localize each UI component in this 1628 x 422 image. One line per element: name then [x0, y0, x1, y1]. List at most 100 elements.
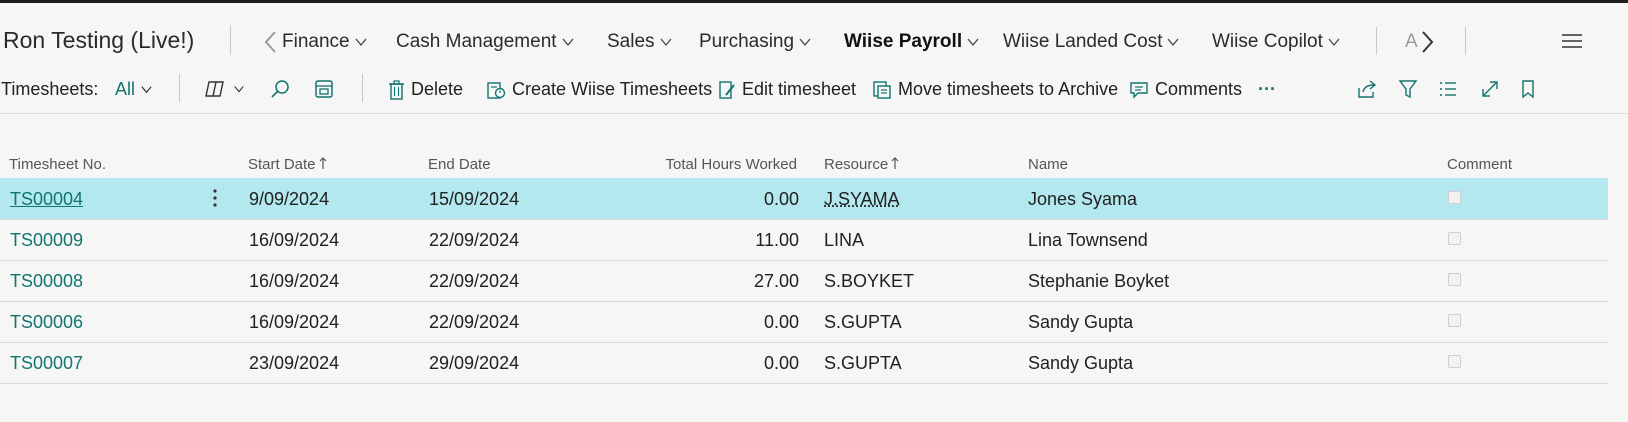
column-header-start-date[interactable]: Start Date [248, 156, 327, 173]
sort-ascending-icon [891, 157, 899, 169]
resource-value: S.GUPTA [824, 353, 902, 373]
more-actions-button[interactable]: ··· [1258, 79, 1276, 100]
company-name[interactable]: Ron Testing (Live!) [3, 27, 194, 54]
nav-item-cash-management[interactable]: Cash Management [396, 31, 575, 53]
comment-icon [1130, 81, 1148, 99]
table-row[interactable]: TS00006 16/09/2024 22/09/2024 0.00 S.GUP… [0, 301, 1608, 343]
chevron-down-icon [562, 38, 574, 47]
employee-name: Lina Townsend [1028, 230, 1148, 250]
employee-name: Stephanie Boyket [1028, 271, 1170, 291]
table-row[interactable]: TS00004 9/09/2024 15/09/2024 0.00 J.SYAM… [0, 178, 1608, 220]
comments-button[interactable]: Comments [1129, 79, 1242, 100]
nav-item-label: Purchasing [699, 31, 795, 52]
action-bar-divider [0, 113, 1628, 114]
chevron-down-icon [967, 38, 979, 47]
nav-item-label: Sales [607, 31, 655, 52]
edit-timesheet-label: Edit timesheet [742, 79, 857, 99]
hamburger-menu-icon[interactable] [1562, 34, 1582, 48]
view-filter-dropdown[interactable]: All [115, 79, 159, 100]
bookmark-icon [1522, 80, 1534, 99]
total-hours: 0.00 [763, 189, 799, 209]
nav-item-label: Wiise Payroll [844, 31, 963, 52]
timesheet-no-link[interactable]: TS00007 [10, 353, 83, 374]
delete-button[interactable]: Delete [388, 79, 463, 100]
create-timesheets-icon [487, 81, 506, 99]
timesheet-no-link[interactable]: TS00009 [10, 230, 83, 251]
resource-value[interactable]: J.SYAMA [824, 189, 900, 210]
employee-name: Sandy Gupta [1028, 353, 1134, 373]
share-icon [1358, 80, 1377, 98]
comment-checkbox[interactable] [1448, 355, 1461, 368]
total-hours: 0.00 [763, 353, 799, 373]
bookmark-button[interactable] [1520, 79, 1542, 99]
nav-scroll-right-icon[interactable] [1418, 29, 1436, 55]
nav-item-truncated[interactable]: A [1405, 31, 1418, 53]
search-icon [271, 80, 289, 98]
column-header-resource[interactable]: Resource [824, 156, 899, 173]
timesheet-no-link[interactable]: TS00004 [10, 189, 83, 210]
chevron-down-icon [355, 38, 367, 47]
comment-checkbox[interactable] [1448, 232, 1461, 245]
comment-checkbox[interactable] [1448, 273, 1461, 286]
start-date: 9/09/2024 [249, 189, 330, 209]
end-date: 22/09/2024 [429, 271, 520, 291]
column-header-comment[interactable]: Comment [1447, 156, 1512, 173]
chevron-down-icon [799, 38, 811, 47]
nav-item-label: Wiise Landed Cost [1003, 31, 1163, 52]
nav-item-sales[interactable]: Sales [607, 31, 673, 53]
list-view-button[interactable] [1438, 79, 1464, 99]
analysis-mode-button[interactable] [314, 79, 340, 99]
chevron-down-icon [1167, 38, 1179, 47]
filter-icon [1398, 80, 1418, 99]
copilot-analyze-button[interactable] [205, 79, 251, 99]
share-button[interactable] [1356, 79, 1384, 99]
column-header-end-date[interactable]: End Date [428, 156, 491, 173]
resource-value: LINA [824, 230, 865, 250]
move-to-archive-label: Move timesheets to Archive [898, 79, 1119, 99]
toolbar-divider [362, 74, 363, 102]
start-date: 16/09/2024 [249, 312, 340, 332]
nav-divider [230, 25, 231, 55]
expand-button[interactable] [1480, 79, 1506, 99]
nav-item-purchasing[interactable]: Purchasing [699, 31, 812, 53]
nav-scroll-left-icon[interactable] [262, 29, 280, 55]
filter-button[interactable] [1398, 79, 1424, 99]
list-icon [1440, 82, 1456, 96]
chevron-down-icon [234, 86, 244, 93]
nav-item-wiise-payroll[interactable]: Wiise Payroll [844, 31, 980, 53]
timesheet-no-link[interactable]: TS00006 [10, 312, 83, 333]
end-date: 22/09/2024 [429, 230, 520, 250]
row-menu-icon[interactable] [212, 188, 218, 208]
table-row[interactable]: TS00008 16/09/2024 22/09/2024 27.00 S.BO… [0, 260, 1608, 302]
column-header-name[interactable]: Name [1028, 156, 1068, 173]
total-hours: 11.00 [755, 230, 799, 250]
create-wiise-timesheets-button[interactable]: Create Wiise Timesheets [486, 79, 712, 100]
archive-icon [873, 80, 891, 99]
navigation-bar: Ron Testing (Live!) Finance Cash Managem… [0, 3, 1628, 77]
toolbar-divider [179, 74, 180, 102]
comment-checkbox[interactable] [1448, 191, 1461, 204]
comment-checkbox[interactable] [1448, 314, 1461, 327]
analysis-grid-icon [315, 80, 333, 98]
employee-name: Jones Syama [1028, 189, 1138, 209]
nav-item-finance[interactable]: Finance [282, 31, 368, 53]
nav-item-wiise-copilot[interactable]: Wiise Copilot [1212, 31, 1341, 53]
create-wiise-timesheets-label: Create Wiise Timesheets [512, 79, 713, 99]
search-button[interactable] [270, 79, 296, 99]
total-hours: 0.00 [763, 312, 799, 332]
edit-timesheet-button[interactable]: Edit timesheet [718, 79, 856, 100]
column-header-timesheet-no[interactable]: Timesheet No. [9, 156, 106, 173]
view-filter-value: All [115, 79, 136, 99]
nav-item-wiise-landed-cost[interactable]: Wiise Landed Cost [1003, 31, 1180, 53]
start-date: 23/09/2024 [249, 353, 340, 373]
table-row[interactable]: TS00009 16/09/2024 22/09/2024 11.00 LINA… [0, 219, 1608, 261]
nav-item-label: Cash Management [396, 31, 557, 52]
end-date: 29/09/2024 [429, 353, 520, 373]
comments-label: Comments [1155, 79, 1243, 99]
nav-item-label: A [1405, 31, 1418, 52]
nav-divider [1465, 27, 1466, 55]
column-header-total-hours[interactable]: Total Hours Worked [640, 156, 797, 173]
timesheet-no-link[interactable]: TS00008 [10, 271, 83, 292]
move-to-archive-button[interactable]: Move timesheets to Archive [872, 79, 1118, 100]
table-row[interactable]: TS00007 23/09/2024 29/09/2024 0.00 S.GUP… [0, 342, 1608, 384]
